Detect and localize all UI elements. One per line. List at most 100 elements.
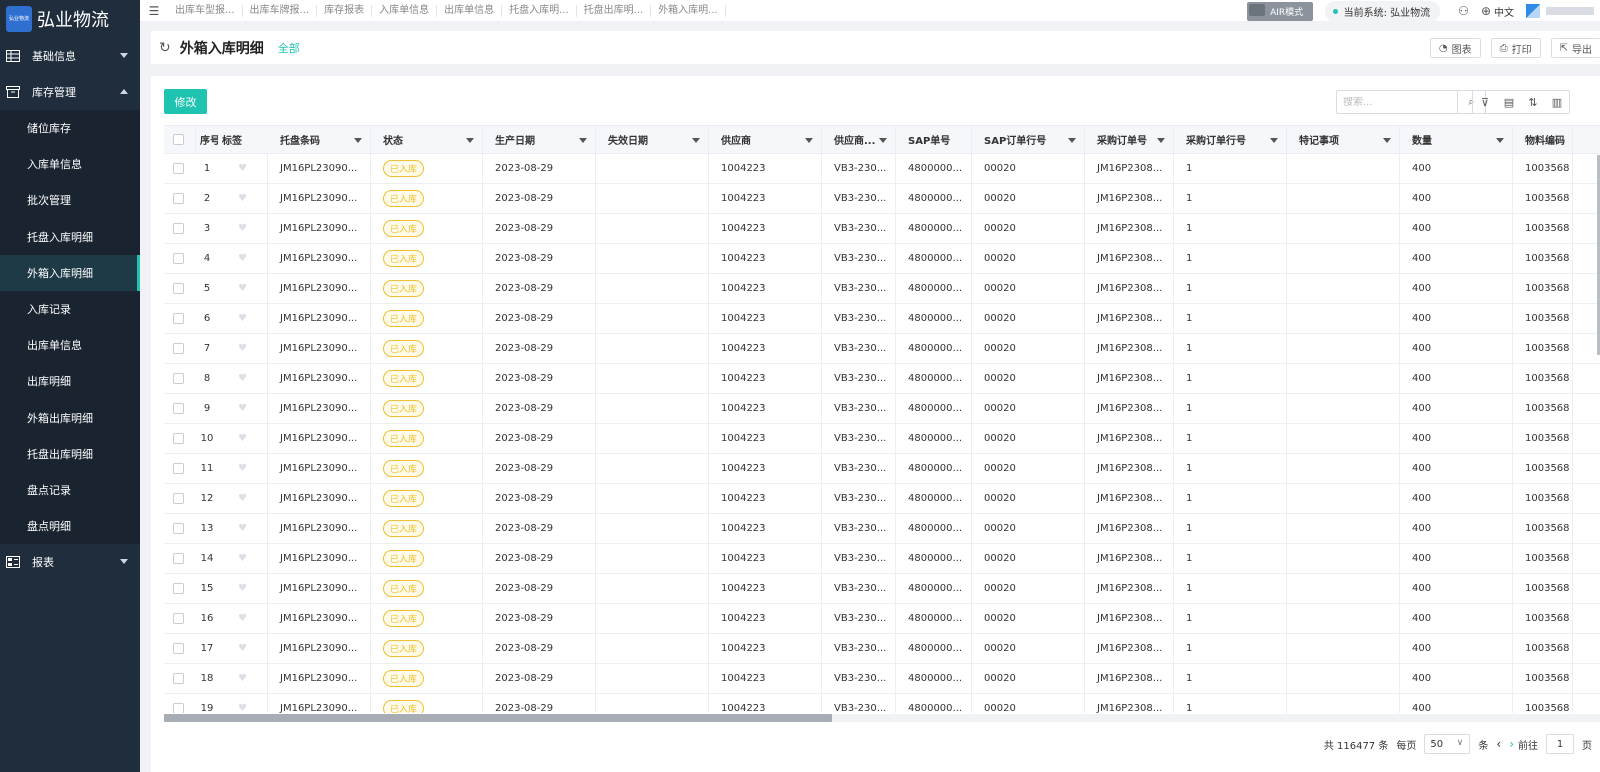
row-checkbox[interactable] [173,583,184,594]
row-checkbox[interactable] [173,223,184,234]
tag-heart-icon[interactable]: ♥ [238,223,247,234]
table-row[interactable]: 14 ♥ JM16PL23090... 已入库 2023-08-29 1004223 VB3… [164,544,1600,574]
table-row[interactable]: 3 ♥ JM16PL23090... 已入库 2023-08-29 1004223 VB3-… [164,214,1600,244]
row-checkbox[interactable] [173,523,184,534]
table-row[interactable]: 9 ♥ JM16PL23090... 已入库 2023-08-29 1004223 VB3-… [164,394,1600,424]
column-header-remarks[interactable]: 特记事项 [1287,126,1400,153]
table-row[interactable]: 12 ♥ JM16PL23090... 已入库 2023-08-29 1004223 VB3… [164,484,1600,514]
tag-heart-icon[interactable]: ♥ [238,613,247,624]
table-row[interactable]: 2 ♥ JM16PL23090... 已入库 2023-08-29 1004223 VB3-… [164,184,1600,214]
page-size-select[interactable]: 50 ∨ [1424,734,1471,754]
table-row[interactable]: 5 ♥ JM16PL23090... 已入库 2023-08-29 1004223 VB3-… [164,274,1600,304]
sort-caret-icon[interactable] [354,138,362,143]
tag-heart-icon[interactable]: ♥ [238,403,247,414]
sidebar-item-pallet-outbound[interactable]: 托盘出库明细 [0,435,140,472]
row-checkbox[interactable] [173,433,184,444]
next-page-icon[interactable]: › [1509,737,1514,751]
table-row[interactable]: 7 ♥ JM16PL23090... 已入库 2023-08-29 1004223 VB3-… [164,334,1600,364]
chart-button[interactable]: ◔ 图表 [1429,38,1481,58]
column-header-supplier-2[interactable]: 供应商... [822,126,896,153]
table-row[interactable]: 18 ♥ JM16PL23090... 已入库 2023-08-29 1004223 VB3… [164,664,1600,694]
row-checkbox[interactable] [173,403,184,414]
sidebar-item-stocktake-records[interactable]: 盘点记录 [0,471,140,509]
tag-heart-icon[interactable]: ♥ [238,463,247,474]
tag-heart-icon[interactable]: ♥ [238,193,247,204]
row-checkbox[interactable] [173,493,184,504]
air-mode-toggle[interactable]: AIR模式 [1246,1,1313,21]
row-checkbox[interactable] [173,283,184,294]
sort-icon[interactable]: ⇅ [1521,96,1545,109]
tag-heart-icon[interactable]: ♥ [238,523,247,534]
sidebar-group-basic-info[interactable]: 基础信息 [0,38,140,74]
table-row[interactable]: 15 ♥ JM16PL23090... 已入库 2023-08-29 1004223 VB3… [164,574,1600,604]
row-checkbox[interactable] [173,673,184,684]
tag-heart-icon[interactable]: ♥ [238,253,247,264]
scrollbar-thumb[interactable] [164,714,832,722]
sort-caret-icon[interactable] [1496,138,1504,143]
tab-outbound-orders[interactable]: 出库单信息 [437,4,503,17]
sidebar-item-outbound-orders[interactable]: 出库单信息 [0,327,140,364]
tag-heart-icon[interactable]: ♥ [238,343,247,354]
sidebar-item-batch[interactable]: 批次管理 [0,182,140,219]
tab-outbound-plate-report[interactable]: 出库车牌报... [243,4,318,17]
avatar[interactable] [1526,4,1540,18]
sort-caret-icon[interactable] [1068,138,1076,143]
row-checkbox[interactable] [173,163,184,174]
tab-pallet-inbound[interactable]: 托盘入库明... [502,4,577,17]
column-header-seq[interactable]: 序号 [196,126,218,153]
sort-caret-icon[interactable] [805,138,813,143]
column-header-tag[interactable]: 标签 [218,126,268,153]
sidebar-item-outbound-detail[interactable]: 出库明细 [0,363,140,400]
page-number-input[interactable]: 1 [1546,734,1574,754]
sidebar-item-bin-stock[interactable]: 储位库存 [0,110,140,147]
table-row[interactable]: 6 ♥ JM16PL23090... 已入库 2023-08-29 1004223 VB3-… [164,304,1600,334]
filter-all-link[interactable]: 全部 [278,40,300,56]
row-checkbox[interactable] [173,193,184,204]
column-header-sap-no[interactable]: SAP单号 [896,126,972,153]
column-header-material-code[interactable]: 物料编码 [1513,126,1573,153]
tag-heart-icon[interactable]: ♥ [238,703,247,713]
row-checkbox[interactable] [173,703,184,713]
select-all-checkbox[interactable] [173,134,184,145]
tag-heart-icon[interactable]: ♥ [238,313,247,324]
table-row[interactable]: 1 ♥ JM16PL23090... 已入库 2023-08-29 1004223 VB3-… [164,154,1600,184]
table-row[interactable]: 13 ♥ JM16PL23090... 已入库 2023-08-29 1004223 VB3… [164,514,1600,544]
tab-carton-inbound[interactable]: 外箱入库明... [651,4,726,17]
column-header-select[interactable] [164,126,196,153]
tag-heart-icon[interactable]: ♥ [238,493,247,504]
column-header-quantity[interactable]: 数量 [1400,126,1513,153]
table-row[interactable]: 16 ♥ JM16PL23090... 已入库 2023-08-29 1004223 VB3… [164,604,1600,634]
current-system-badge[interactable]: 当前系统: 弘业物流 [1324,0,1441,22]
row-checkbox[interactable] [173,343,184,354]
table-row[interactable]: 4 ♥ JM16PL23090... 已入库 2023-08-29 1004223 VB3-… [164,244,1600,274]
sort-caret-icon[interactable] [692,138,700,143]
column-header-po-no[interactable]: 采购订单号 [1085,126,1174,153]
table-row[interactable]: 17 ♥ JM16PL23090... 已入库 2023-08-29 1004223 VB3… [164,634,1600,664]
sidebar-group-reports[interactable]: 报表 [0,544,140,580]
sort-caret-icon[interactable] [579,138,587,143]
sidebar-group-inventory[interactable]: 库存管理 [0,74,140,110]
tag-heart-icon[interactable]: ♥ [238,673,247,684]
row-checkbox[interactable] [173,373,184,384]
column-header-production-date[interactable]: 生产日期 [483,126,596,153]
filter-icon[interactable]: ⊽ [1473,96,1497,109]
search-input[interactable] [1337,96,1457,108]
column-header-status[interactable]: 状态 [371,126,483,153]
row-checkbox[interactable] [173,553,184,564]
user-name-blurred[interactable] [1546,7,1594,15]
sort-caret-icon[interactable] [1157,138,1165,143]
sidebar-item-inbound-orders[interactable]: 入库单信息 [0,146,140,183]
print-button[interactable]: ⎙ 打印 [1490,38,1541,58]
prev-page-icon[interactable]: ‹ [1496,737,1501,751]
logo[interactable]: 弘业物流 弘业物流 [0,0,140,38]
row-checkbox[interactable] [173,613,184,624]
table-row[interactable]: 11 ♥ JM16PL23090... 已入库 2023-08-29 1004223 VB3… [164,454,1600,484]
sidebar-item-inbound-records[interactable]: 入库记录 [0,290,140,328]
horizontal-scrollbar[interactable] [164,714,1600,722]
sort-caret-icon[interactable] [1270,138,1278,143]
column-header-sap-line[interactable]: SAP订单行号 [972,126,1085,153]
table-row[interactable]: 19 ♥ JM16PL23090... 已入库 2023-08-29 1004223 VB3… [164,694,1600,713]
user-icon[interactable]: ⚇ [1458,4,1469,18]
tag-heart-icon[interactable]: ♥ [238,433,247,444]
column-header-expiry-date[interactable]: 失效日期 [596,126,709,153]
